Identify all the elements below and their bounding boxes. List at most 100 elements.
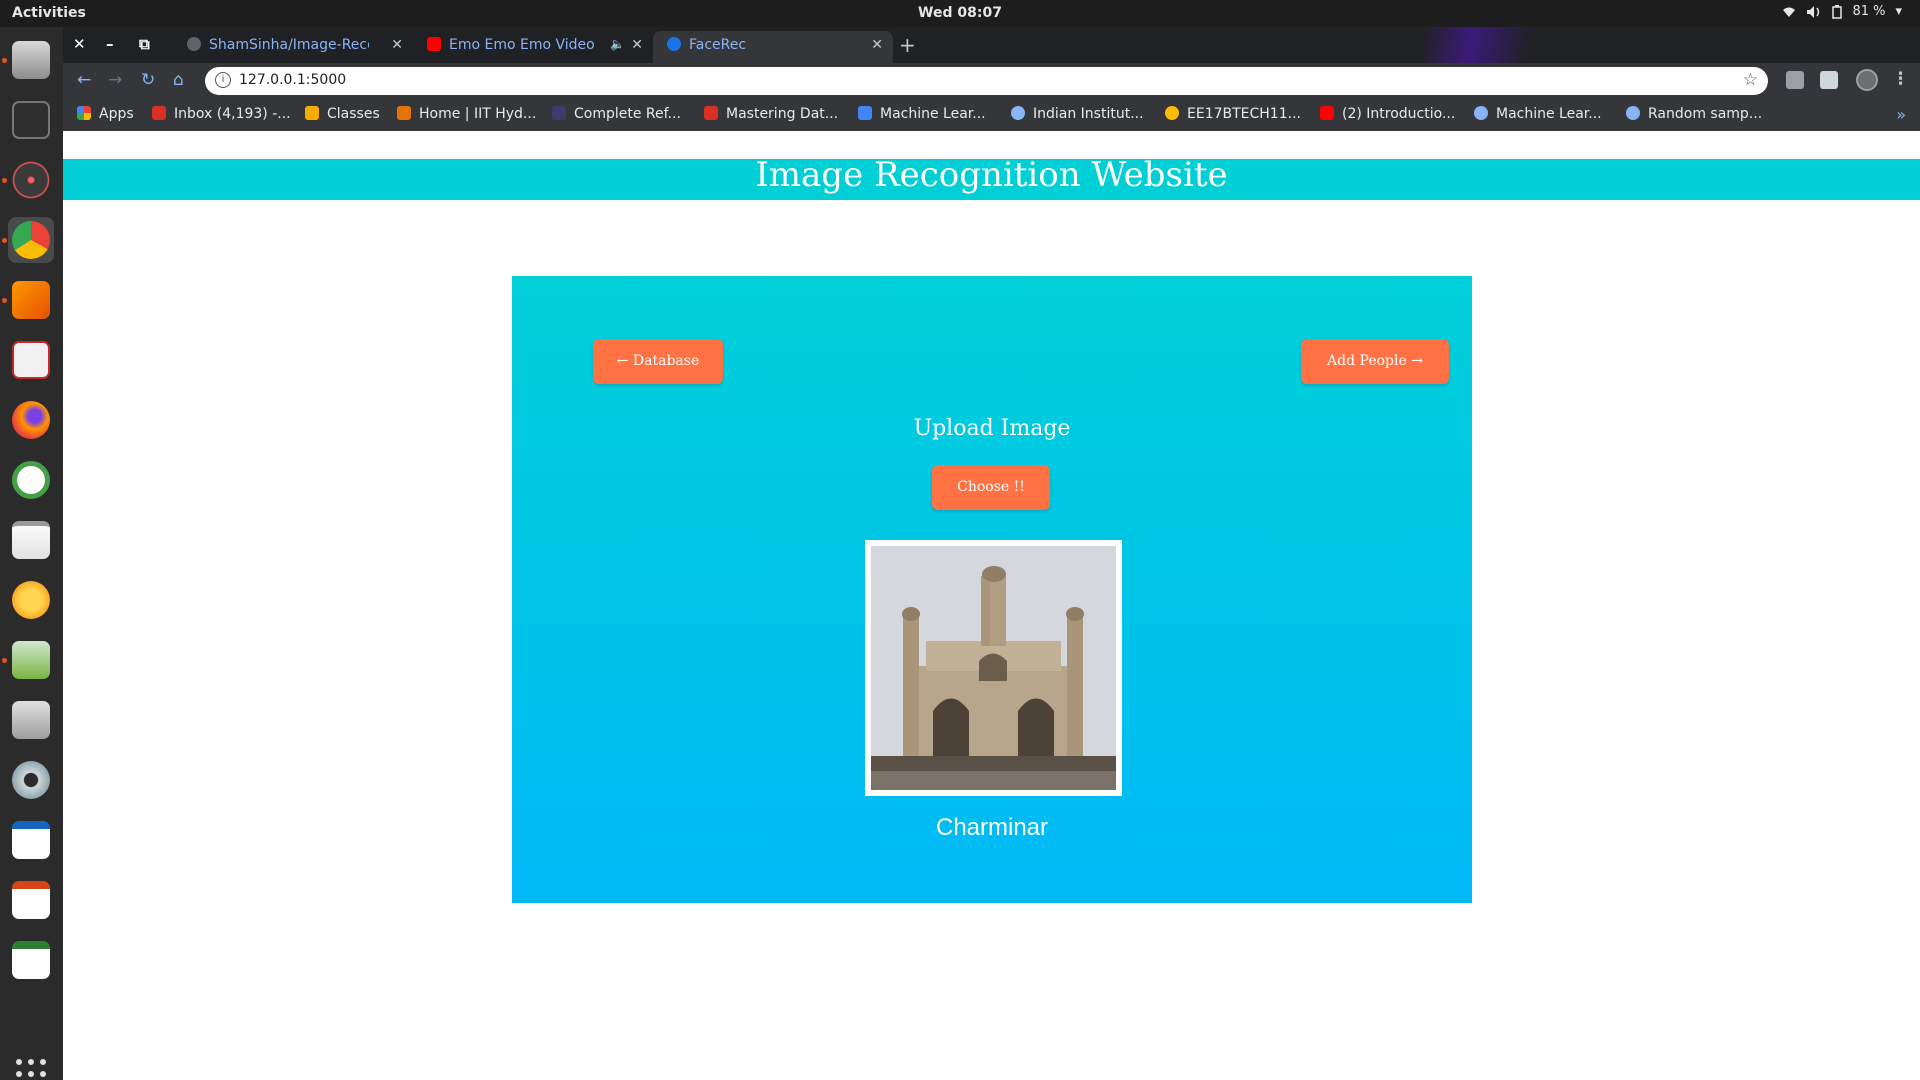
- tab-facerec[interactable]: FaceRec ✕: [653, 31, 893, 63]
- back-arrow-icon[interactable]: ←: [77, 70, 91, 90]
- tab-title: ShamSinha/Image-Recog: [209, 37, 369, 53]
- oreilly-icon: [704, 106, 718, 120]
- bookmark-label: EE17BTECH11...: [1187, 106, 1301, 122]
- tab-github[interactable]: ShamSinha/Image-Recog ✕: [173, 31, 413, 63]
- terminal-app[interactable]: [8, 97, 54, 143]
- bookmark-label: Mastering Dat...: [726, 106, 839, 122]
- minimize-window-icon[interactable]: –: [106, 35, 114, 53]
- wifi-icon: [1783, 7, 1796, 17]
- bookmark-complete-ref[interactable]: Complete Ref...: [552, 106, 681, 122]
- text-editor-app[interactable]: [8, 517, 54, 563]
- close-tab-icon[interactable]: ✕: [631, 37, 643, 53]
- image-viewer-icon: [12, 641, 50, 679]
- choose-file-button[interactable]: Choose !!: [932, 465, 1050, 510]
- system-top-bar: Activities Wed 08:07 81 % ▾: [0, 0, 1920, 27]
- bookmark-star-icon[interactable]: ☆: [1743, 70, 1758, 90]
- book-icon: [552, 106, 566, 120]
- bookmark-indian-institute[interactable]: Indian Institut...: [1011, 106, 1144, 122]
- battery-percentage: 81 %: [1852, 4, 1886, 19]
- firefox-app[interactable]: [8, 397, 54, 443]
- reload-icon[interactable]: ↻: [141, 70, 155, 90]
- close-tab-icon[interactable]: ✕: [871, 37, 883, 53]
- bookmark-label: Home | IIT Hyd...: [419, 106, 537, 122]
- more-bookmarks-icon[interactable]: »: [1896, 105, 1906, 124]
- calc-app[interactable]: [8, 937, 54, 983]
- bookmark-introduction[interactable]: (2) Introductio...: [1320, 106, 1455, 122]
- show-applications-icon[interactable]: [16, 1059, 46, 1080]
- bookmark-label: Complete Ref...: [574, 106, 681, 122]
- classroom-icon: [305, 106, 319, 120]
- close-window-icon[interactable]: ✕: [73, 35, 86, 53]
- close-tab-icon[interactable]: ✕: [391, 37, 403, 53]
- tab-title: Emo Emo Emo Video S: [449, 37, 599, 53]
- firefox-icon: [12, 401, 50, 439]
- chrome-app[interactable]: [8, 217, 54, 263]
- globe-icon: [667, 37, 681, 51]
- pdf-viewer-app[interactable]: [8, 337, 54, 383]
- shopping-bag-icon: [12, 701, 50, 739]
- impress-app[interactable]: [8, 877, 54, 923]
- cast-icon[interactable]: [1820, 71, 1838, 89]
- web-page: Image Recognition Website ← Database Add…: [63, 131, 1920, 1080]
- scribd-icon: [858, 106, 872, 120]
- bookmark-label: Inbox (4,193) -...: [174, 106, 291, 122]
- sublime-text-app[interactable]: [8, 277, 54, 323]
- forward-arrow-icon[interactable]: →: [108, 70, 122, 90]
- bookmark-apps[interactable]: Apps: [77, 106, 134, 122]
- infinity-icon: [1011, 106, 1025, 120]
- spreadsheet-icon: [12, 941, 50, 979]
- bookmark-inbox[interactable]: Inbox (4,193) -...: [152, 106, 291, 122]
- github-icon: [187, 37, 201, 51]
- gear-icon: [12, 761, 50, 799]
- activities-button[interactable]: Activities: [12, 5, 86, 21]
- settings-app[interactable]: [8, 757, 54, 803]
- gmail-icon: [152, 106, 166, 120]
- bookmark-ee17btech[interactable]: EE17BTECH11...: [1165, 106, 1301, 122]
- tab-youtube[interactable]: Emo Emo Emo Video S 🔈 ✕: [413, 31, 653, 63]
- bookmark-label: Classes: [327, 106, 380, 122]
- teapot-app[interactable]: [8, 577, 54, 623]
- profile-avatar[interactable]: [1856, 69, 1878, 91]
- monument-illustration: [871, 546, 1116, 790]
- bookmark-label: Machine Lear...: [1496, 106, 1602, 122]
- image-viewer-app[interactable]: [8, 637, 54, 683]
- bookmark-classes[interactable]: Classes: [305, 106, 380, 122]
- site-info-icon[interactable]: i: [215, 72, 231, 88]
- bookmark-mastering-data[interactable]: Mastering Dat...: [704, 106, 838, 122]
- writer-app[interactable]: [8, 817, 54, 863]
- notepad-icon: [12, 521, 50, 559]
- browser-window: ✕ – ⧉ ShamSinha/Image-Recog ✕ Emo Emo Em…: [63, 27, 1920, 1080]
- running-indicator: [2, 58, 7, 63]
- bookmark-random-sample[interactable]: Random samp...: [1626, 106, 1762, 122]
- running-indicator: [2, 298, 7, 303]
- add-people-button[interactable]: Add People →: [1301, 339, 1449, 384]
- url-text[interactable]: 127.0.0.1:5000: [239, 72, 346, 88]
- address-bar[interactable]: i 127.0.0.1:5000 ☆: [205, 67, 1768, 95]
- smiley-icon: [1165, 106, 1179, 120]
- chrome-icon: [12, 221, 50, 259]
- home-icon[interactable]: ⌂: [173, 70, 184, 90]
- bookmark-label: Apps: [99, 106, 134, 122]
- bookmark-machine-learning-2[interactable]: Machine Lear...: [1474, 106, 1602, 122]
- bookmark-machine-learning-1[interactable]: Machine Lear...: [858, 106, 986, 122]
- network-tool-app[interactable]: [8, 157, 54, 203]
- extension-icon[interactable]: [1786, 71, 1804, 89]
- files-app[interactable]: [8, 37, 54, 83]
- clock[interactable]: Wed 08:07: [0, 5, 1920, 21]
- gear-icon: [1626, 106, 1640, 120]
- system-status-area[interactable]: 81 % ▾: [1782, 4, 1902, 19]
- maximize-window-icon[interactable]: ⧉: [139, 35, 150, 53]
- bookmark-label: (2) Introductio...: [1342, 106, 1456, 122]
- volume-icon: [1807, 5, 1820, 18]
- uploaded-image-frame: [865, 540, 1122, 796]
- upload-image-heading: Upload Image: [913, 416, 1071, 441]
- speaker-icon[interactable]: 🔈: [610, 37, 625, 51]
- bookmark-iith[interactable]: Home | IIT Hyd...: [397, 106, 536, 122]
- software-center-app[interactable]: [8, 697, 54, 743]
- database-button[interactable]: ← Database: [593, 339, 723, 384]
- infinity-icon: [1474, 106, 1488, 120]
- circle-app[interactable]: [8, 457, 54, 503]
- new-tab-button[interactable]: +: [899, 33, 916, 57]
- site-header: Image Recognition Website: [63, 155, 1920, 200]
- browser-menu-icon[interactable]: ⋮: [1892, 69, 1909, 89]
